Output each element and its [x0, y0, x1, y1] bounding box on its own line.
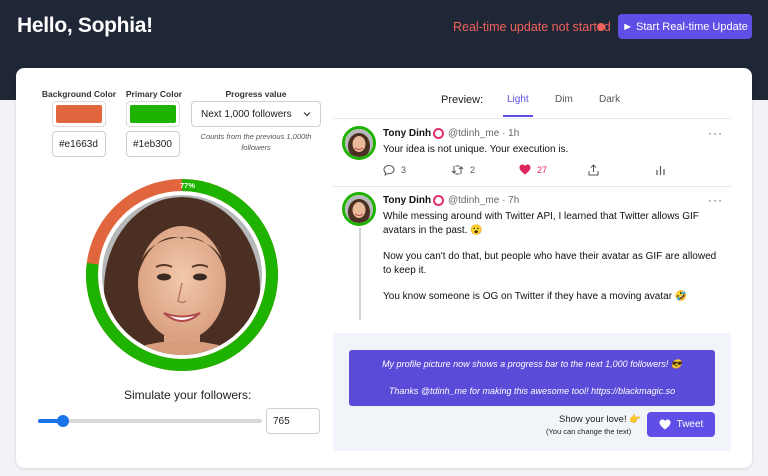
tweet-handle[interactable]: @tdinh_me · 7h — [448, 195, 519, 206]
target-badge-icon — [433, 195, 444, 206]
show-love-label: Show your love! 👉 — [559, 414, 642, 425]
like-count: 27 — [537, 164, 548, 175]
retweet-action[interactable]: 2 — [451, 164, 475, 176]
analytics-action[interactable] — [655, 164, 666, 176]
tab-light[interactable]: Light — [507, 94, 529, 105]
share-icon — [588, 164, 599, 176]
primary-color-swatch[interactable] — [126, 101, 180, 127]
tweet-text-line: While messing around with Twitter API, I… — [383, 211, 699, 222]
retweet-icon — [451, 165, 464, 175]
reply-icon — [383, 164, 395, 176]
active-tab-indicator — [503, 115, 533, 117]
like-action[interactable]: 27 — [519, 164, 547, 175]
retweet-count: 2 — [470, 165, 476, 175]
analytics-icon — [656, 166, 665, 175]
avatar-face-icon — [345, 129, 373, 157]
preview-label: Preview: — [441, 94, 484, 106]
tweet-handle[interactable]: @tdinh_me · 1h — [448, 128, 519, 139]
progress-selected-value: Next 1,000 followers — [201, 108, 292, 120]
primary-hex-input[interactable] — [126, 131, 180, 157]
tweet-button-label: Tweet — [676, 419, 704, 430]
tweet-text-line: Now you can't do that, but people who ha… — [383, 251, 717, 262]
change-text-hint: (You can change the text) — [546, 427, 632, 436]
progress-value-select[interactable]: Next 1,000 followers — [191, 101, 321, 127]
tweet-button[interactable]: Tweet — [647, 412, 715, 437]
more-options-icon[interactable]: ··· — [708, 193, 723, 207]
tweet-avatar[interactable] — [342, 192, 376, 226]
compose-line-2: Thanks @tdinh_me for making this awesome… — [388, 386, 676, 396]
tab-dim[interactable]: Dim — [555, 94, 573, 105]
slider-track — [38, 419, 262, 423]
status-dot-icon — [597, 23, 605, 31]
target-badge-icon — [433, 128, 444, 139]
background-hex-input[interactable] — [52, 131, 106, 157]
share-action[interactable] — [588, 164, 599, 176]
chevron-down-icon — [303, 112, 311, 117]
tweet-avatar[interactable] — [342, 126, 376, 160]
background-color-label: Background Color — [41, 89, 117, 99]
avatar-face-icon — [345, 195, 373, 223]
thread-line — [359, 228, 361, 320]
tweet-author-name[interactable]: Tony Dinh — [383, 195, 431, 206]
heart-icon — [659, 419, 671, 430]
tweet-text: Your idea is not unique. Your execution … — [383, 144, 569, 155]
background-color-swatch[interactable] — [52, 101, 106, 127]
heart-icon — [519, 164, 531, 175]
primary-color-label: Primary Color — [125, 89, 183, 99]
tweet-compose-text[interactable]: My profile picture now shows a progress … — [349, 350, 715, 406]
tweet-divider — [333, 186, 731, 187]
progress-value-label: Progress value — [225, 89, 287, 99]
more-options-icon[interactable]: ··· — [708, 126, 723, 140]
tab-dark[interactable]: Dark — [599, 94, 620, 105]
followers-slider[interactable] — [38, 415, 262, 427]
followers-count-input[interactable] — [266, 408, 320, 434]
compose-line-1: My profile picture now shows a progress … — [382, 359, 682, 369]
reply-action[interactable]: 3 — [383, 164, 406, 176]
tweet-text-line: to keep it. — [383, 265, 427, 276]
avatar-progress-ring — [86, 179, 278, 371]
progress-hint: Counts from the previous 1,000th followe… — [200, 132, 312, 152]
tweet-text-line: You know someone is OG on Twitter if the… — [383, 291, 688, 302]
realtime-status-text: Real-time update not started — [453, 20, 611, 34]
tweet-text-line: avatars in the past. 😮 — [383, 225, 483, 236]
greeting-title: Hello, Sophia! — [17, 14, 153, 37]
start-realtime-button[interactable]: ► Start Real-time Update — [618, 14, 752, 39]
progress-percent-label: 77% — [180, 181, 196, 190]
reply-count: 3 — [401, 165, 407, 175]
preview-divider — [333, 118, 731, 119]
simulate-followers-label: Simulate your followers: — [124, 388, 252, 402]
slider-thumb[interactable] — [56, 415, 69, 427]
tweet-author-name[interactable]: Tony Dinh — [383, 128, 431, 139]
